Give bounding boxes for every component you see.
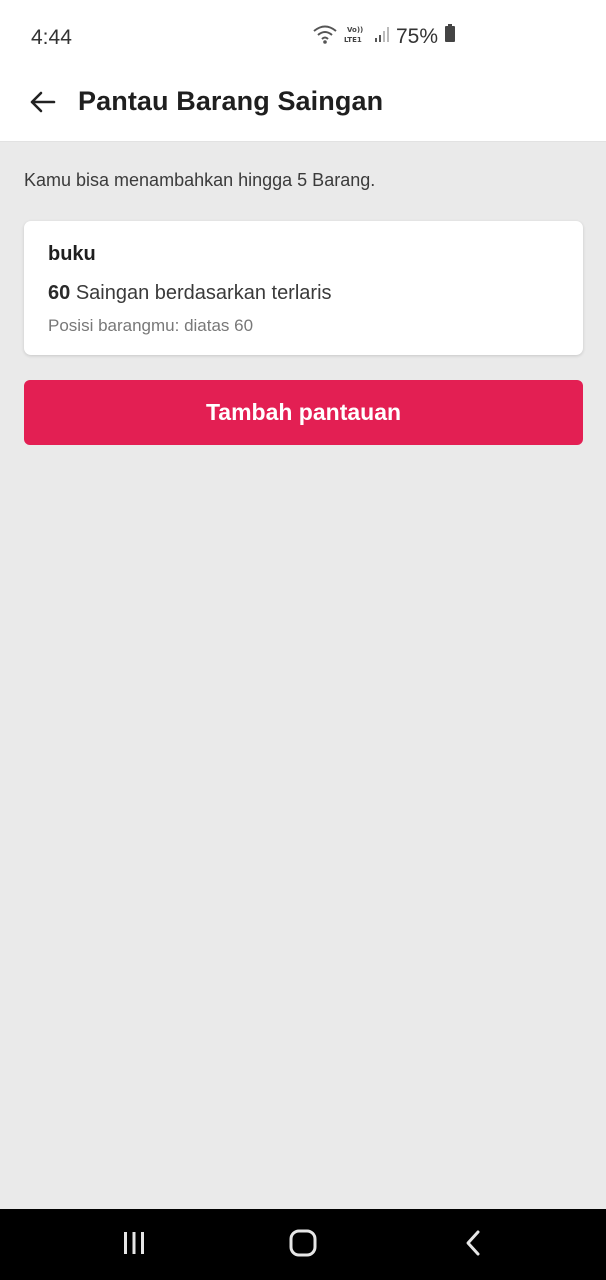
nav-back-button[interactable] (453, 1227, 493, 1263)
home-icon (288, 1228, 318, 1263)
competitor-count-line: 60 Saingan berdasarkan terlaris (48, 282, 332, 305)
status-bar: 4:44 Vo)) LTE1 75% (0, 0, 606, 72)
status-icons: Vo)) LTE1 75% (312, 24, 456, 49)
svg-text:LTE1: LTE1 (344, 36, 362, 44)
competitor-count-label: Saingan berdasarkan terlaris (75, 282, 332, 304)
app-header: Pantau Barang Saingan (0, 72, 606, 142)
page-title: Pantau Barang Saingan (78, 86, 384, 116)
svg-text:Vo)): Vo)) (347, 26, 363, 34)
back-button[interactable] (22, 84, 62, 124)
signal-icon (374, 25, 390, 48)
recent-apps-button[interactable] (114, 1227, 154, 1263)
competitor-item-card[interactable]: buku 60 Saingan berdasarkan terlaris Pos… (24, 221, 583, 355)
battery-icon (444, 24, 456, 49)
battery-percentage: 75% (395, 24, 438, 48)
recent-apps-icon (120, 1230, 148, 1261)
wifi-icon (312, 24, 338, 49)
back-icon (463, 1229, 483, 1262)
arrow-left-icon (28, 90, 56, 119)
volte-lte-icon: Vo)) LTE1 (344, 24, 368, 49)
status-time: 4:44 (31, 26, 72, 49)
item-name: buku (48, 243, 96, 265)
system-nav-bar (0, 1209, 606, 1280)
item-position-text: Posisi barangmu: diatas 60 (48, 316, 254, 335)
home-button[interactable] (283, 1227, 323, 1263)
competitor-count: 60 (48, 282, 71, 304)
add-tracking-button[interactable]: Tambah pantauan (24, 380, 583, 445)
limit-info-text: Kamu bisa menambahkan hingga 5 Barang. (24, 170, 376, 190)
